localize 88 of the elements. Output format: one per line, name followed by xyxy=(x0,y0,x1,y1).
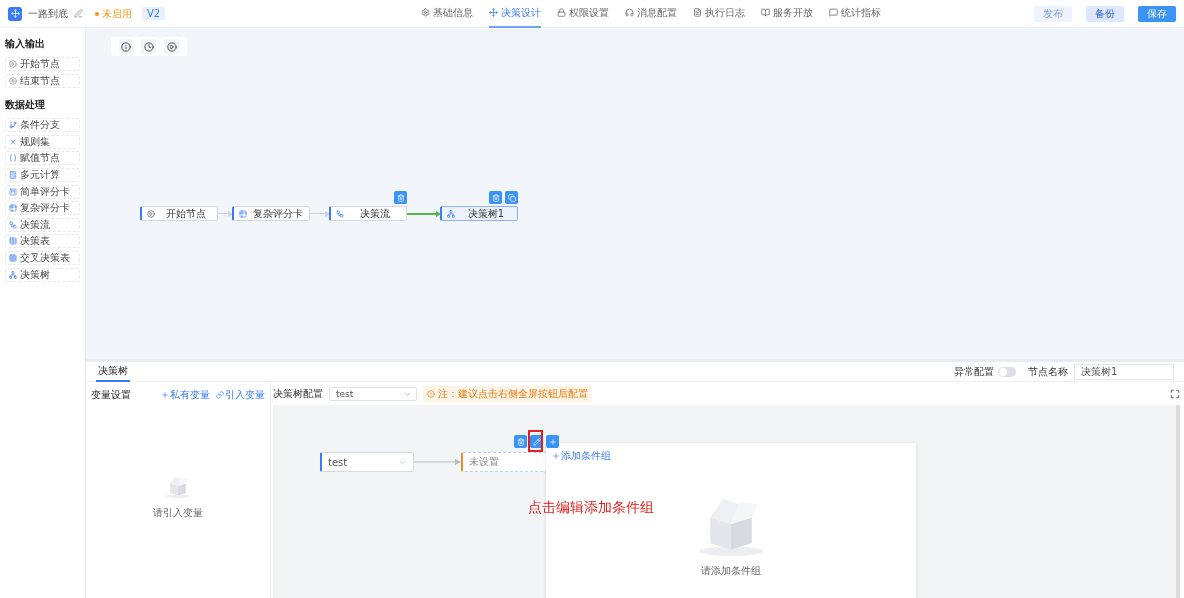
node-palette-item[interactable]: 复杂评分卡 xyxy=(5,201,80,216)
headphones-icon xyxy=(624,8,634,17)
connector-arrow xyxy=(413,459,461,465)
add-condition-link[interactable]: 添加条件组 xyxy=(552,449,910,463)
fullscreen-icon[interactable] xyxy=(1170,389,1180,399)
delete-button[interactable] xyxy=(394,191,407,204)
group-title: 数据处理 xyxy=(5,98,46,113)
node-name-field[interactable]: 决策树1 xyxy=(1074,363,1174,380)
app-logo-icon xyxy=(8,6,22,21)
group-title: 输入输出 xyxy=(5,37,46,51)
table-icon xyxy=(9,237,17,246)
node-palette-item[interactable]: 结束节点 xyxy=(5,73,80,88)
variables-title: 变量设置 xyxy=(91,388,132,402)
book-icon xyxy=(760,8,770,17)
run-button[interactable] xyxy=(164,39,180,54)
node-palette-item[interactable]: 多元计算 xyxy=(5,167,80,182)
tree-icon xyxy=(447,209,455,218)
node-name-label: 节点名称 xyxy=(1028,364,1068,379)
node-palette-item[interactable]: 规则集 xyxy=(5,134,80,149)
braces-icon xyxy=(9,154,17,163)
annotation-text: 点击编辑添加条件组 xyxy=(528,499,654,517)
tree-icon xyxy=(9,270,17,279)
cross-icon xyxy=(9,137,17,146)
info-button[interactable] xyxy=(118,39,134,54)
node-palette-item[interactable]: 开始节点 xyxy=(5,57,80,71)
crosshair-icon xyxy=(488,8,498,17)
calculator-icon xyxy=(9,170,17,179)
plus-icon xyxy=(552,452,560,460)
tree-node[interactable]: test xyxy=(320,452,414,472)
node-palette-item[interactable]: 决策树 xyxy=(5,267,80,282)
chat-icon xyxy=(828,8,838,17)
play-icon xyxy=(147,209,155,218)
nav-tab[interactable]: 基础信息 xyxy=(420,0,473,28)
nav-tab[interactable]: 消息配置 xyxy=(624,0,677,28)
table-icon xyxy=(239,209,247,218)
config-label: 决策树配置 xyxy=(273,387,323,401)
branch-icon xyxy=(9,121,17,130)
header-button[interactable]: 备份 xyxy=(1086,5,1124,22)
flow-node[interactable]: 开始节点 xyxy=(140,206,218,221)
lock-icon xyxy=(556,8,566,17)
history-button[interactable] xyxy=(141,39,157,54)
flow-node[interactable]: 决策树1 xyxy=(440,206,518,221)
panel-tab[interactable]: 决策树 xyxy=(96,361,130,382)
document-icon xyxy=(692,8,702,17)
flow-icon xyxy=(336,209,344,218)
tree-node[interactable]: 未设置 xyxy=(461,452,547,472)
flow-node[interactable]: 决策流 xyxy=(329,206,407,221)
config-note: 注：建议点击右侧全屏按钮后配置 xyxy=(423,386,592,402)
version-badge: V2 xyxy=(142,7,166,20)
table-icon xyxy=(9,204,17,213)
edit-icon[interactable] xyxy=(74,9,83,18)
node-palette-item[interactable]: 赋值节点 xyxy=(5,151,80,166)
nav-tab[interactable]: 统计指标 xyxy=(828,0,881,28)
flow-icon xyxy=(9,220,17,229)
copy-button[interactable] xyxy=(505,191,518,204)
variable-link[interactable]: 私有变量 xyxy=(161,388,210,402)
add-button[interactable] xyxy=(546,435,559,448)
tree-select[interactable]: test xyxy=(329,387,417,401)
variable-link[interactable]: 引入变量 xyxy=(216,388,265,402)
gear-icon xyxy=(420,8,430,17)
nav-tab[interactable]: 服务开放 xyxy=(760,0,813,28)
add-icon xyxy=(548,437,557,446)
delete-button[interactable] xyxy=(489,191,502,204)
node-palette-item[interactable]: 交叉决策表 xyxy=(5,250,80,265)
nav-tab[interactable]: 权限设置 xyxy=(556,0,609,28)
delete-icon xyxy=(516,437,525,446)
exception-toggle[interactable] xyxy=(998,366,1016,377)
edit-icon xyxy=(532,437,541,446)
node-palette-item[interactable]: 决策表 xyxy=(5,234,80,249)
warning-icon xyxy=(427,390,435,398)
link-icon xyxy=(216,391,224,399)
stop-icon xyxy=(9,76,17,85)
plus-icon xyxy=(161,391,169,399)
flow-node[interactable]: 复杂评分卡 xyxy=(232,206,310,221)
chart-icon xyxy=(9,187,17,196)
delete-button[interactable] xyxy=(514,435,527,448)
app-name: 一路到底 xyxy=(28,6,68,21)
nav-tab[interactable]: 执行日志 xyxy=(692,0,745,28)
empty-box-drawing xyxy=(163,474,193,498)
exception-label: 异常配置 xyxy=(954,364,994,379)
node-palette-item[interactable]: 简单评分卡 xyxy=(5,184,80,199)
node-palette-item[interactable]: 条件分支 xyxy=(5,118,80,133)
status-label: 未启用 xyxy=(95,6,132,21)
highlight-frame xyxy=(528,430,543,452)
empty-text: 请引入变量 xyxy=(153,506,203,520)
play-icon xyxy=(9,60,17,68)
empty-text: 请添加条件组 xyxy=(701,564,761,578)
node-palette-item[interactable]: 决策流 xyxy=(5,217,80,232)
